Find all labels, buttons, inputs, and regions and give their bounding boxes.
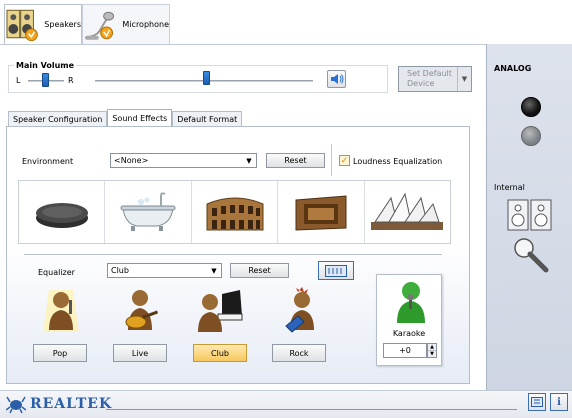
environment-label: Environment [22, 157, 74, 166]
device-tab-speakers-label: Speakers [44, 20, 81, 29]
main-volume-title: Main Volume [14, 61, 77, 70]
karaoke-stepper[interactable]: ▲ ▼ [427, 343, 437, 358]
environment-select[interactable]: <None> ▼ [110, 153, 257, 168]
environment-preset-stone-disc[interactable] [19, 181, 106, 243]
eq-preset-pop-button[interactable]: Pop [33, 344, 87, 362]
karaoke-value-field[interactable]: +0 [383, 343, 427, 358]
eq-preset-live [113, 286, 167, 336]
opera-house-icon [371, 192, 444, 230]
internal-label: Internal [494, 183, 525, 192]
volume-slider-thumb[interactable] [203, 71, 210, 85]
balance-slider-thumb[interactable] [42, 73, 49, 87]
internal-speakers-icon[interactable] [507, 199, 553, 231]
karaoke-singer-icon [397, 282, 425, 323]
tab-sound-effects[interactable]: Sound Effects [107, 109, 173, 126]
stepper-down-icon[interactable]: ▼ [428, 350, 436, 357]
equalizer-select[interactable]: Club ▼ [107, 263, 222, 278]
cave-room-icon [295, 195, 347, 231]
graphic-equalizer-button[interactable] [318, 261, 354, 280]
device-tab-speakers[interactable]: Speakers [4, 4, 82, 44]
bathtub-icon [120, 192, 176, 231]
eq-preset-rock [273, 286, 327, 336]
environment-preset-bathtub[interactable] [105, 181, 192, 243]
speaker-volume-icon [330, 74, 343, 84]
rock-guitarist-icon [285, 287, 314, 333]
environment-presets [18, 180, 451, 244]
device-advanced-settings-button[interactable] [528, 393, 546, 411]
equalizer-label: Equalizer [38, 268, 75, 277]
loudness-equalization-checkbox[interactable]: ✓ [339, 155, 350, 166]
device-tab-microphone[interactable]: Microphone [82, 4, 170, 44]
settings-panel-icon [531, 397, 543, 407]
live-guitarist-icon [125, 290, 159, 330]
eq-preset-club [193, 286, 247, 336]
analog-jack-black-icon[interactable] [521, 97, 541, 117]
effects-tab-strip: Speaker Configuration Sound Effects Defa… [8, 109, 243, 126]
stone-disc-icon [35, 203, 88, 228]
equalizer-reset-button[interactable]: Reset [230, 263, 289, 278]
microphone-icon [84, 11, 114, 40]
environment-preset-colosseum[interactable] [192, 181, 279, 243]
eq-preset-rock-button[interactable]: Rock [272, 344, 326, 362]
set-default-line1: Set Default [407, 69, 452, 78]
colosseum-icon [206, 197, 264, 231]
set-default-dropdown-arrow-icon[interactable]: ▼ [457, 67, 471, 91]
karaoke-panel: Karaoke +0 ▲ ▼ [376, 274, 442, 366]
device-tab-microphone-label: Microphone [122, 20, 169, 29]
footer-divider [106, 409, 517, 410]
environment-select-value: <None> [114, 156, 149, 165]
eq-preset-club-button[interactable]: Club [193, 344, 247, 362]
environment-reset-button[interactable]: Reset [266, 153, 325, 168]
eq-preset-pop [34, 286, 88, 336]
balance-left-label: L [16, 76, 21, 85]
eq-preset-live-button[interactable]: Live [113, 344, 167, 362]
set-default-line2: Device [407, 79, 435, 88]
karaoke-label: Karaoke [392, 329, 426, 338]
environment-preset-opera-house[interactable] [365, 181, 450, 243]
info-icon: i [557, 396, 561, 408]
graphic-equalizer-icon [325, 264, 347, 277]
chevron-down-icon: ▼ [211, 266, 217, 275]
analog-label: ANALOG [494, 64, 532, 73]
equalizer-select-value: Club [111, 266, 129, 275]
brand-name: REALTEK [30, 396, 113, 412]
environment-preset-cave-room[interactable] [278, 181, 365, 243]
tab-speaker-configuration[interactable]: Speaker Configuration [8, 111, 108, 126]
loudness-equalization-label: Loudness Equalization [353, 157, 443, 166]
pop-singer-icon [43, 290, 79, 332]
balance-right-label: R [68, 76, 74, 85]
mute-button[interactable] [327, 70, 346, 88]
chevron-down-icon: ▼ [246, 156, 252, 165]
realtek-crab-logo-icon [6, 396, 26, 414]
analog-jack-gray-icon[interactable] [521, 126, 541, 146]
divider [331, 144, 332, 176]
club-pianist-icon [198, 290, 243, 332]
speakers-icon [6, 9, 38, 41]
internal-microphone-icon[interactable] [512, 236, 552, 276]
info-button[interactable]: i [550, 393, 568, 411]
tab-default-format[interactable]: Default Format [172, 111, 243, 126]
set-default-device-button[interactable]: Set Default Device ▼ [398, 66, 472, 92]
divider [24, 254, 442, 255]
